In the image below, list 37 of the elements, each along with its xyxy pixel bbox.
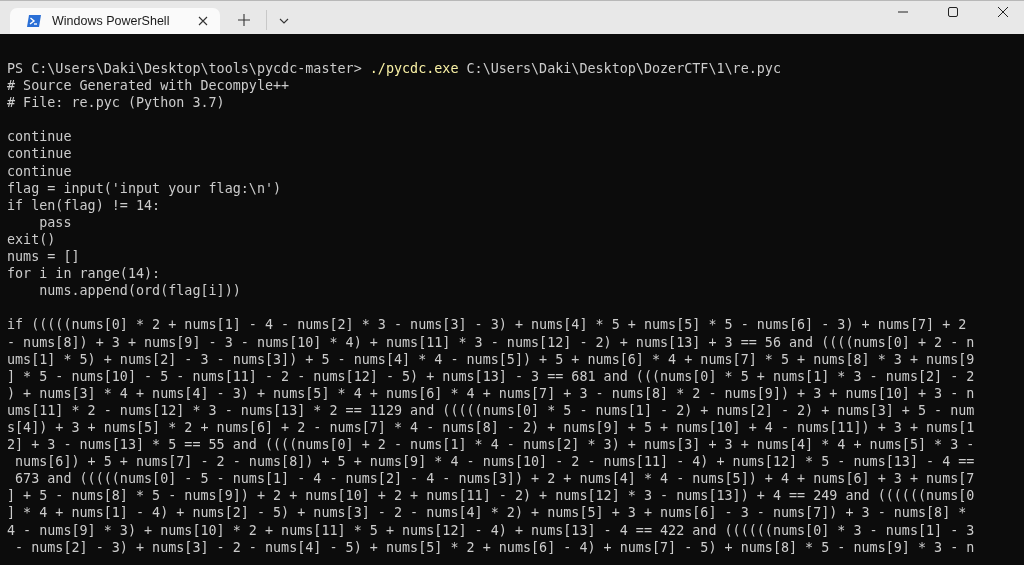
output-line: # File: re.pyc (Python 3.7) <box>7 94 226 112</box>
output-line: exit() <box>7 230 57 249</box>
maximize-icon[interactable] <box>948 7 958 17</box>
output-line: flag = input('input your flag:\n') <box>7 179 283 197</box>
output-line: pass <box>38 213 73 231</box>
output-line: nums[6]) + 5 + nums[7] - 2 - nums[8]) + 5 + nums[9] * 4 - nums[10] - 2 - nums[11] - 4) + nums[12] * 5 - nums[13] - 4 == <box>14 453 976 471</box>
output-line: - nums[8]) + 3 + nums[9] - 3 - nums[10] * 4) + nums[11] * 3 - nums[12] - 2) + nums[13] + 3 == 56 and ((((nums[0] + 2 - n <box>7 333 976 351</box>
output-line: ums[11] * 2 - nums[12] * 3 - nums[13] * 2 == 1129 and (((((nums[0] * 5 - nums[1] - 2) + nums[2] - 2) + nums[3] + 5 - num <box>7 401 976 419</box>
output-line: if len(flag) != 14: <box>7 196 162 214</box>
output-line: nums.append(ord(flag[i])) <box>38 282 242 300</box>
output-line: if (((((nums[0] * 2 + nums[1] - 4 - nums[2] * 3 - nums[3] - 3) + nums[4] * 5 + nums[5] * 5 - nums[6] - 3) + nums[7] + 2 <box>7 316 968 334</box>
close-icon[interactable] <box>998 7 1008 17</box>
powershell-icon <box>26 13 42 29</box>
output-line: for i in range(14): <box>7 265 162 283</box>
output-line: ] * 4 + nums[1] - 4) + nums[2] - 5) + nums[3] - 2 - nums[4] * 2) + nums[5] + 3 + nums[6] - 3 - nums[7]) + 3 - nums[8] * <box>7 504 968 522</box>
chevron-down-icon[interactable] <box>279 18 289 24</box>
output-line: ) + nums[3] * 4 + nums[4] - 3) + nums[5] * 4 + nums[6] * 4 + nums[7] + 3 - nums[8] * 2 - nums[9]) + 3 + nums[10] + 3 - n <box>7 384 976 402</box>
output-line: continue <box>7 162 73 180</box>
output-line: ums[1] * 5) + nums[2] - 3 - nums[3]) + 5 - nums[4] * 4 - nums[5]) + 5 + nums[6] * 4 + nums[7] * 5 + nums[8] * 3 + nums[9 <box>7 350 976 368</box>
argument-text: C:\Users\Daki\Desktop\DozerCTF\1\re.pyc <box>466 61 781 76</box>
output-line: 2] + 3 - nums[13] * 5 == 55 and ((((nums[0] + 2 - nums[1] * 4 - nums[2] * 3) + nums[3] + 3 + nums[4] * 4 + nums[5] * 3 - <box>7 436 976 454</box>
output-line: ] + 5 - nums[8] * 5 - nums[9]) + 2 + nums[10] + 2 + nums[11] - 2) + nums[12] * 3 - nums[13]) + 4 == 249 and ((((((nums[0 <box>7 487 976 505</box>
add-tab-icon[interactable] <box>238 14 250 26</box>
output-line: 673 and (((((nums[0] - 5 - nums[1] - 4 - nums[2] - 4 - nums[3]) + 2 + nums[4] * 4 - nums[5]) + 4 + nums[6] + 3 + nums[7 <box>14 470 976 488</box>
prompt-text: PS C:\Users\Daki\Desktop\tools\pycdc-master> <box>7 61 362 76</box>
output-line: continue <box>7 145 73 163</box>
close-icon[interactable] <box>198 16 208 26</box>
output-line: - nums[2] - 3) + nums[3] - 2 - nums[4] - 5) + nums[5] * 2 + nums[6] - 4) + nums[7] - 5) + nums[8] * 5 - nums[9] * 3 - n <box>14 538 976 556</box>
output-line: nums = [] <box>7 248 81 266</box>
tab-title: Windows PowerShell <box>52 14 171 28</box>
output-line: ] * 5 - nums[10] - 5 - nums[11] - 2 - nums[12] - 5) + nums[13] - 3 == 681 and (((nums[0] * 5 + nums[1] * 3 - nums[2] - 2 <box>7 367 976 385</box>
terminal-tab[interactable]: Windows PowerShell <box>10 8 220 34</box>
command-text: ./pycdc.exe <box>369 61 459 76</box>
output-line: s[4]) + 3 + nums[5] * 2 + nums[6] + 2 - nums[7] * 4 - nums[8] - 2) + nums[9] + 5 + nums[10] + 4 - nums[11]) + 3 + nums[1 <box>7 418 976 437</box>
output-line: continue <box>7 128 73 146</box>
output-line: # Source Generated with Decompyle++ <box>7 77 291 95</box>
output-line: 4 - nums[9] * 3) + nums[10] * 2 + nums[11] * 5 + nums[12] - 4) + nums[13] - 4 == 422 and ((((((nums[0] * 3 - nums[1] - 3 <box>7 521 976 539</box>
